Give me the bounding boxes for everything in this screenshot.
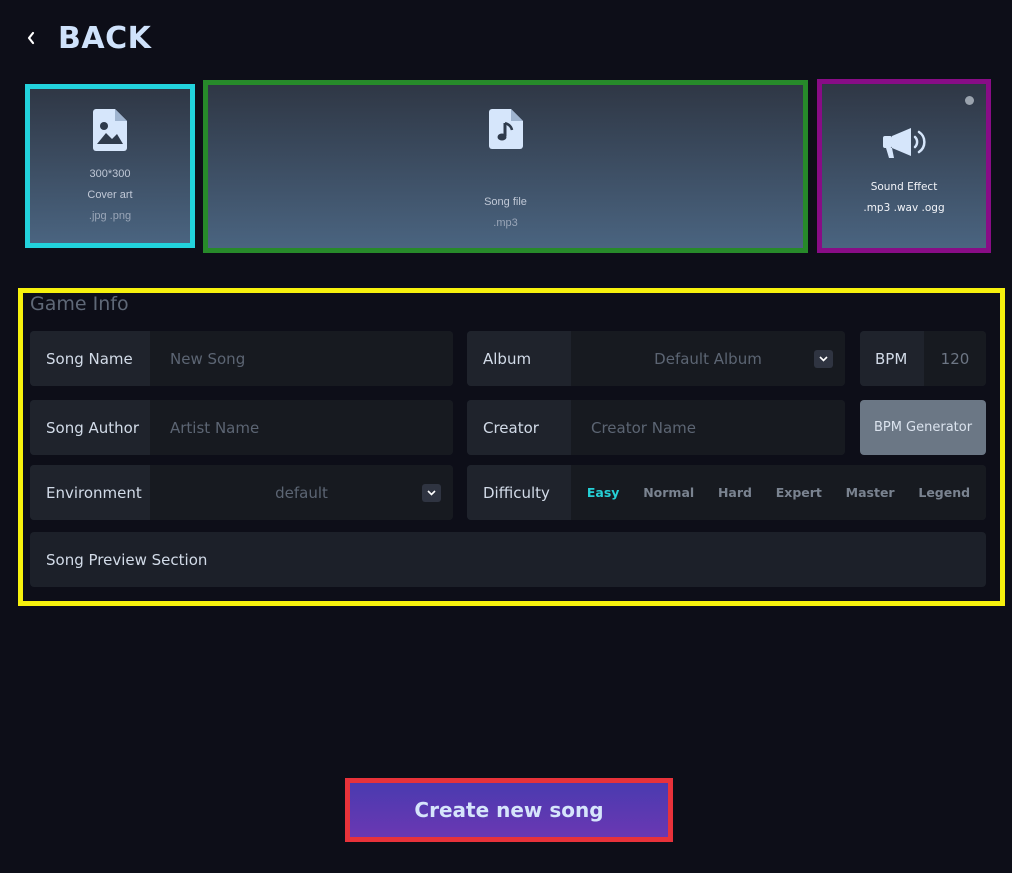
cover-formats: .jpg .png	[88, 210, 132, 222]
cover-art-upload[interactable]: 300*300 Cover art .jpg .png	[25, 84, 195, 248]
song-name-input[interactable]: New Song	[150, 331, 453, 386]
creator-label: Creator	[467, 400, 571, 455]
difficulty-expert[interactable]: Expert	[776, 485, 822, 500]
bpm-label: BPM	[860, 331, 924, 386]
back-button[interactable]: BACK	[22, 18, 151, 58]
album-value: Default Album	[654, 349, 762, 368]
difficulty-normal[interactable]: Normal	[643, 485, 694, 500]
environment-value: default	[275, 483, 328, 502]
song-preview-label: Song Preview Section	[30, 532, 986, 587]
creator-input[interactable]: Creator Name	[571, 400, 845, 455]
cover-size: 300*300	[89, 168, 131, 180]
sfx-formats: .mp3 .wav .ogg	[863, 202, 945, 214]
music-file-icon	[488, 109, 523, 154]
difficulty-legend[interactable]: Legend	[918, 485, 970, 500]
difficulty-easy[interactable]: Easy	[587, 485, 620, 500]
sound-effect-upload[interactable]: Sound Effect .mp3 .wav .ogg	[817, 79, 991, 253]
creator-field: Creator Creator Name	[467, 400, 845, 455]
chevron-left-icon	[22, 29, 40, 47]
difficulty-label: Difficulty	[467, 465, 571, 520]
song-file-upload[interactable]: Song file .mp3	[203, 80, 808, 253]
song-title: Song file	[484, 196, 527, 208]
difficulty-field: Difficulty Easy Normal Hard Expert Maste…	[467, 465, 986, 520]
megaphone-icon	[881, 126, 927, 165]
bpm-generator-button[interactable]: BPM Generator	[860, 400, 986, 455]
image-file-icon	[93, 109, 127, 156]
difficulty-hard[interactable]: Hard	[718, 485, 752, 500]
song-author-label: Song Author	[30, 400, 150, 455]
bpm-input[interactable]: 120	[924, 331, 986, 386]
song-name-field: Song Name New Song	[30, 331, 453, 386]
back-label: BACK	[58, 20, 152, 56]
song-formats: .mp3	[493, 217, 518, 229]
environment-label: Environment	[30, 465, 150, 520]
album-select[interactable]: Default Album	[571, 331, 845, 386]
song-author-input[interactable]: Artist Name	[150, 400, 453, 455]
bpm-field: BPM 120	[860, 331, 986, 386]
song-name-label: Song Name	[30, 331, 150, 386]
game-info-heading: Game Info	[30, 293, 129, 315]
difficulty-master[interactable]: Master	[846, 485, 895, 500]
chevron-down-icon[interactable]	[422, 483, 441, 502]
game-info-panel: Game Info Song Name New Song Album Defau…	[18, 288, 1005, 606]
song-preview-section[interactable]: Song Preview Section	[30, 532, 986, 587]
difficulty-options: Easy Normal Hard Expert Master Legend	[571, 465, 986, 520]
create-song-label: Create new song	[414, 798, 604, 822]
song-author-field: Song Author Artist Name	[30, 400, 453, 455]
chevron-down-icon[interactable]	[814, 349, 833, 368]
sfx-title: Sound Effect	[870, 181, 938, 193]
environment-field: Environment default	[30, 465, 453, 520]
create-song-button[interactable]: Create new song	[345, 778, 673, 842]
cover-title: Cover art	[87, 189, 133, 201]
environment-select[interactable]: default	[150, 465, 453, 520]
status-dot	[965, 96, 974, 105]
album-field: Album Default Album	[467, 331, 845, 386]
album-label: Album	[467, 331, 571, 386]
